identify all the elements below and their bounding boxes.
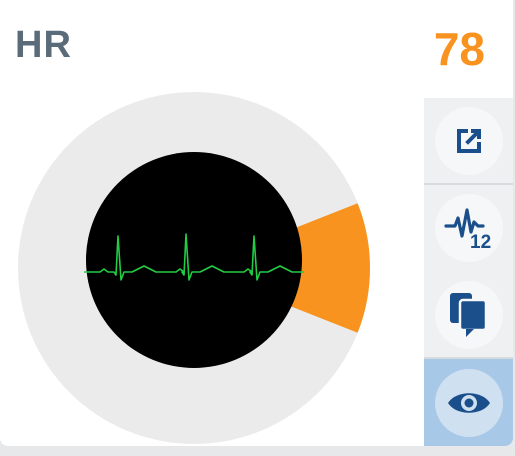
copy-chat-button[interactable] [424, 272, 513, 357]
hr-vital-card: HR 78 12 [0, 0, 513, 446]
ecg-12-lead-button[interactable]: 12 [424, 185, 513, 270]
copy-chat-icon [449, 292, 487, 337]
eye-icon [447, 392, 490, 413]
open-external-button[interactable] [424, 98, 513, 183]
external-link-icon [456, 128, 481, 153]
hr-gauge [18, 92, 370, 444]
ecg-12-lead-icon: 12 [443, 207, 491, 252]
ecg-lead-count: 12 [470, 232, 491, 252]
vital-value: 78 [433, 23, 485, 75]
view-toggle-button[interactable] [424, 359, 513, 446]
vital-label: HR [15, 24, 72, 66]
action-rail: 12 [424, 98, 513, 446]
ecg-screen [86, 152, 302, 368]
